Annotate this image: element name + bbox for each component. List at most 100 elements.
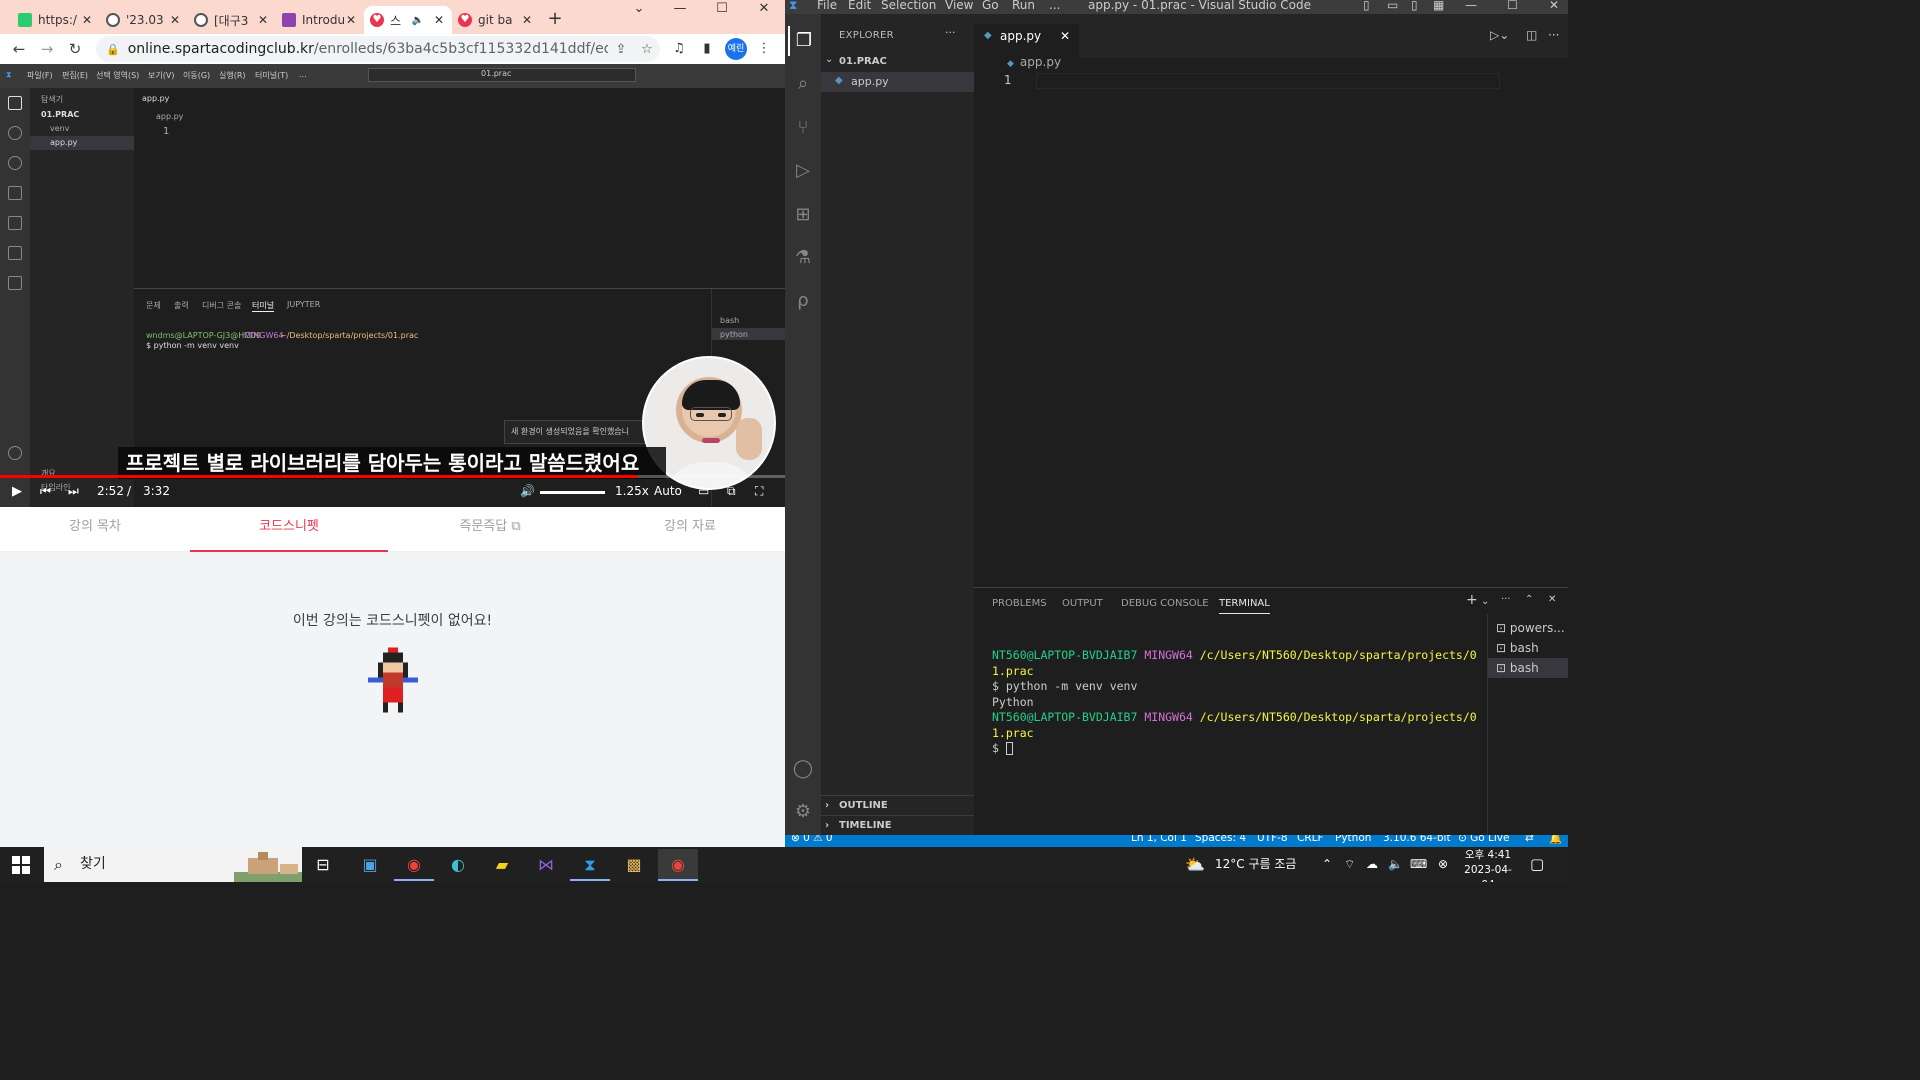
- toggle-secondary-sidebar-icon[interactable]: ▯: [1411, 0, 1418, 12]
- split-editor-icon[interactable]: ◫: [1526, 28, 1537, 42]
- playback-speed[interactable]: 1.25x: [615, 484, 649, 498]
- maximize-button[interactable]: ☐: [1507, 0, 1518, 12]
- chrome-profile-app-icon[interactable]: ◉: [658, 849, 698, 881]
- weather-cloud-icon[interactable]: ⛅: [1185, 847, 1205, 882]
- speaker-icon[interactable]: 🔈: [1388, 847, 1403, 882]
- testing-icon[interactable]: ⚗: [788, 243, 818, 273]
- play-icon[interactable]: ▶: [12, 484, 22, 499]
- language-mode[interactable]: Python: [1335, 835, 1371, 844]
- explorer-icon[interactable]: ❐: [788, 26, 818, 56]
- notification-center-icon[interactable]: ▢: [1530, 847, 1544, 882]
- terminal-list-item-active[interactable]: ⊡ bash: [1488, 658, 1568, 678]
- onedrive-icon[interactable]: ☁: [1366, 847, 1378, 882]
- menu-selection[interactable]: Selection: [881, 0, 936, 12]
- close-tab-icon[interactable]: ✕: [168, 13, 182, 27]
- chrome-app-icon[interactable]: ◉: [394, 849, 434, 881]
- folder-title[interactable]: 01.PRAC: [839, 56, 887, 67]
- close-tab-icon[interactable]: ✕: [520, 13, 534, 27]
- terminal-list-item[interactable]: ⊡ powers...: [1488, 618, 1568, 638]
- notifications-bell-icon[interactable]: 🔔: [1549, 835, 1562, 845]
- forward-arrow-icon[interactable]: →: [33, 35, 61, 63]
- menu-run[interactable]: Run: [1012, 0, 1035, 12]
- next-icon[interactable]: ⏭: [68, 484, 79, 499]
- vscode-app-icon[interactable]: ⧗: [570, 849, 610, 881]
- omnibox[interactable]: 🔒 online.spartacodingclub.kr/enrolleds/6…: [96, 36, 660, 62]
- python-interpreter[interactable]: 3.10.6 64-bit: [1383, 835, 1451, 844]
- search-icon[interactable]: ⌕: [788, 69, 818, 99]
- editor-more-icon[interactable]: ···: [1548, 28, 1559, 42]
- maximize-panel-icon[interactable]: ⌃: [1525, 594, 1533, 605]
- timeline-section[interactable]: › TIMELINE: [821, 815, 974, 835]
- task-view-icon[interactable]: ⊟: [303, 849, 343, 881]
- browser-tab[interactable]: https:/ ✕: [12, 6, 100, 34]
- explorer-more-icon[interactable]: ···: [945, 26, 956, 39]
- minimize-button[interactable]: —: [659, 0, 701, 24]
- customize-layout-icon[interactable]: ▦: [1433, 0, 1444, 12]
- problems-status[interactable]: ⊗ 0 ⚠ 0: [791, 835, 833, 844]
- new-terminal-icon[interactable]: +: [1466, 592, 1478, 608]
- quality-setting[interactable]: Auto: [654, 484, 682, 498]
- close-panel-icon[interactable]: ✕: [1548, 594, 1556, 605]
- menu-go[interactable]: Go: [982, 0, 999, 12]
- show-hidden-icons-chevron-icon[interactable]: ⌃: [1322, 847, 1332, 882]
- close-tab-icon[interactable]: ✕: [1060, 24, 1070, 48]
- close-tab-icon[interactable]: ✕: [432, 13, 446, 27]
- close-tab-icon[interactable]: ✕: [344, 13, 358, 27]
- visual-studio-icon[interactable]: ⋈: [526, 849, 566, 881]
- url-text[interactable]: online.spartacodingclub.kr/enrolleds/63b…: [128, 41, 608, 57]
- close-window-button[interactable]: ✕: [743, 0, 785, 24]
- run-python-icon[interactable]: ▷⌄: [1490, 28, 1509, 42]
- outline-section[interactable]: › OUTLINE: [821, 795, 974, 815]
- browser-tab[interactable]: '23.03 ✕: [100, 6, 188, 34]
- more-menu-icon[interactable]: ⋮: [752, 37, 776, 61]
- python-icon[interactable]: ρ: [788, 286, 818, 316]
- tab-debug-console[interactable]: DEBUG CONSOLE: [1121, 598, 1209, 609]
- taskbar-clock[interactable]: 오후 4:41 2023-04-04: [1462, 848, 1514, 882]
- bookmark-star-icon[interactable]: ☆: [634, 42, 660, 57]
- explorer-file-item[interactable]: ◆ app.py: [821, 72, 974, 92]
- toggle-sidebar-icon[interactable]: ▯: [1363, 0, 1370, 12]
- browser-tab[interactable]: [대구3 ✕: [188, 6, 276, 34]
- close-tab-icon[interactable]: ✕: [80, 13, 94, 27]
- volume-icon[interactable]: 🔊: [520, 484, 535, 498]
- terminal-list-item[interactable]: ⊡ bash: [1488, 638, 1568, 658]
- close-tab-icon[interactable]: ✕: [256, 13, 270, 27]
- run-debug-icon[interactable]: ▷: [788, 156, 818, 186]
- source-control-icon[interactable]: ⑂: [788, 113, 818, 143]
- indent-setting[interactable]: Spaces: 4: [1195, 835, 1246, 844]
- encoding[interactable]: UTF-8: [1257, 835, 1288, 844]
- chevron-down-icon[interactable]: ⌄: [825, 54, 833, 65]
- tab-qna[interactable]: 즉문즉답 ⧉: [390, 507, 590, 552]
- share-icon[interactable]: ⇪: [608, 42, 634, 57]
- maximize-button[interactable]: ☐: [701, 0, 743, 24]
- weather-text[interactable]: 12°C 구름 조금: [1215, 847, 1296, 882]
- audio-playing-icon[interactable]: 🔈: [412, 15, 424, 26]
- browser-tab-active[interactable]: ♥ 스 🔈 ✕: [364, 6, 452, 34]
- editor-tab-app-py[interactable]: ◆ app.py ✕: [974, 24, 1079, 58]
- line-ending[interactable]: CRLF: [1297, 835, 1324, 844]
- menu-file[interactable]: File: [817, 0, 837, 12]
- taskbar-search-box[interactable]: ⌕ 찾기: [44, 847, 302, 882]
- fullscreen-icon[interactable]: ⛶: [755, 484, 763, 499]
- windows-start-icon[interactable]: [12, 856, 30, 874]
- edge-app-icon[interactable]: ◐: [438, 849, 478, 881]
- menu-view[interactable]: View: [945, 0, 973, 12]
- editor-current-line[interactable]: [1036, 73, 1500, 89]
- breadcrumb[interactable]: ◆ app.py: [1007, 55, 1061, 69]
- pip-icon[interactable]: ⧉: [727, 484, 736, 499]
- cursor-position[interactable]: Ln 1, Col 1: [1131, 835, 1187, 844]
- volume-slider[interactable]: [540, 491, 605, 494]
- menu-more[interactable]: ...: [1049, 0, 1060, 12]
- toggle-panel-icon[interactable]: ▭: [1387, 0, 1398, 12]
- tab-lecture-toc[interactable]: 강의 목차: [0, 507, 190, 552]
- remote-icon[interactable]: ⇄: [1525, 835, 1534, 844]
- panel-more-icon[interactable]: ···: [1501, 594, 1511, 605]
- previous-icon[interactable]: ⏮: [40, 484, 51, 499]
- reload-icon[interactable]: ↻: [61, 35, 89, 63]
- close-window-button[interactable]: ✕: [1549, 0, 1559, 12]
- media-control-icon[interactable]: ♫: [667, 37, 691, 61]
- chevron-down-icon[interactable]: ⌄: [1481, 596, 1489, 607]
- network-icon[interactable]: ⌔: [1344, 847, 1355, 882]
- browser-tab[interactable]: ♥ git ba ✕: [452, 6, 540, 34]
- tab-output[interactable]: OUTPUT: [1062, 598, 1103, 609]
